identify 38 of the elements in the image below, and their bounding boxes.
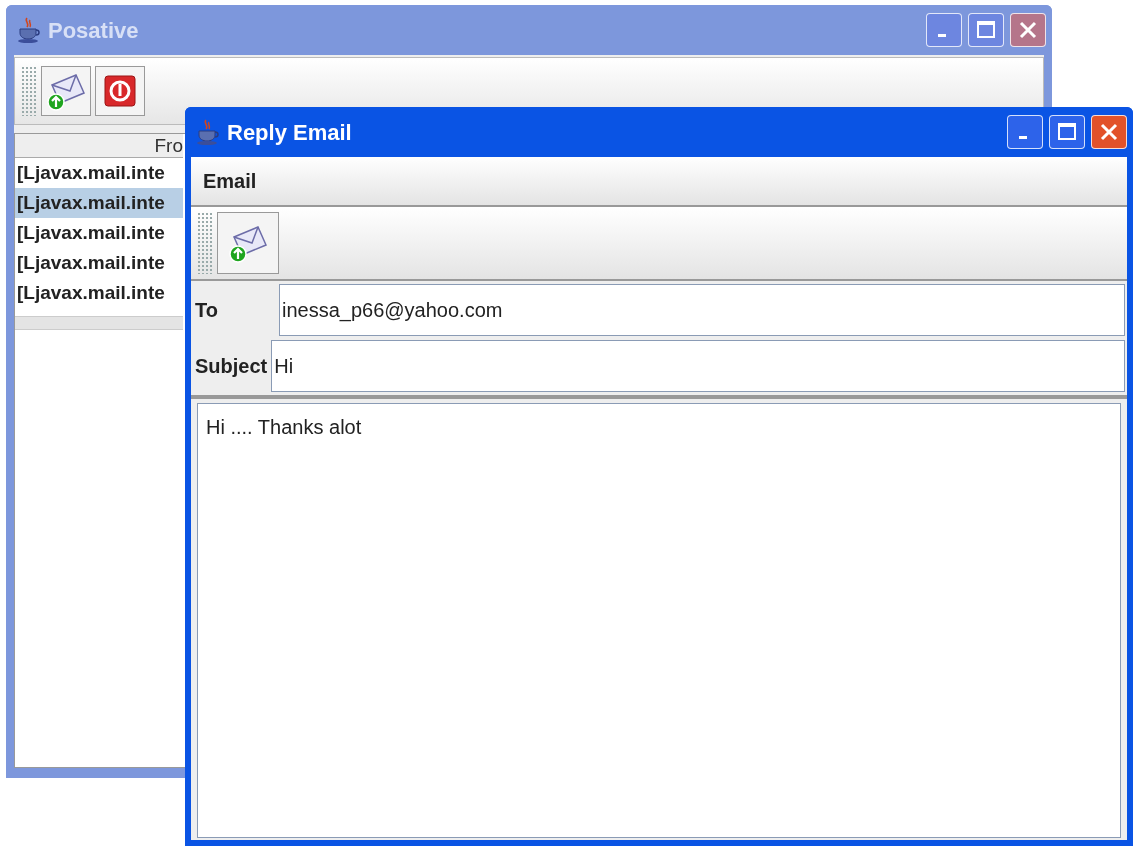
close-button[interactable]: [1010, 13, 1046, 47]
toolbar-button[interactable]: [217, 212, 279, 274]
toolbar-button[interactable]: [95, 66, 145, 116]
text-field[interactable]: inessa_p66@yahoo.com: [279, 284, 1125, 336]
close-icon: [1018, 20, 1038, 40]
window-title: Posative: [48, 16, 140, 45]
toolbar-grip[interactable]: [21, 66, 37, 116]
close-icon: [1099, 122, 1119, 142]
text-field[interactable]: Hi: [271, 340, 1125, 392]
coffee-cup-icon: [16, 16, 42, 44]
table-row[interactable]: [Ljavax.mail.inte: [15, 188, 183, 218]
minimize-icon: [1019, 135, 1027, 139]
coffee-cup-icon: [195, 118, 221, 146]
envelope-arrow-icon: [226, 223, 270, 263]
table-cell-text: [Ljavax.mail.inte: [16, 220, 165, 245]
message-body[interactable]: Hi .... Thanks alot: [197, 403, 1121, 838]
table-cell-text: [Ljavax.mail.inte: [16, 250, 165, 275]
menu-item[interactable]: Email: [191, 166, 269, 196]
table-cell-text: [Ljavax.mail.inte: [16, 160, 165, 185]
table-cell-text: [Ljavax.mail.inte: [16, 280, 165, 305]
minimize-button[interactable]: [926, 13, 962, 47]
maximize-icon: [1057, 122, 1077, 142]
minimize-icon: [938, 33, 946, 37]
envelope-arrow-icon: [44, 71, 88, 111]
field-label: Subject: [194, 354, 269, 379]
maximize-button[interactable]: [968, 13, 1004, 47]
column-header[interactable]: Fro: [15, 134, 183, 158]
toolbar-grip[interactable]: [197, 212, 213, 274]
window-title: Reply Email: [227, 118, 353, 147]
minimize-button[interactable]: [1007, 115, 1043, 149]
table-cell-text: [Ljavax.mail.inte: [16, 190, 165, 215]
maximize-button[interactable]: [1049, 115, 1085, 149]
field-label: To: [194, 298, 219, 323]
power-icon: [104, 75, 136, 107]
maximize-icon: [976, 20, 996, 40]
scrollbar[interactable]: [15, 316, 183, 330]
close-button[interactable]: [1091, 115, 1127, 149]
toolbar-button[interactable]: [41, 66, 91, 116]
